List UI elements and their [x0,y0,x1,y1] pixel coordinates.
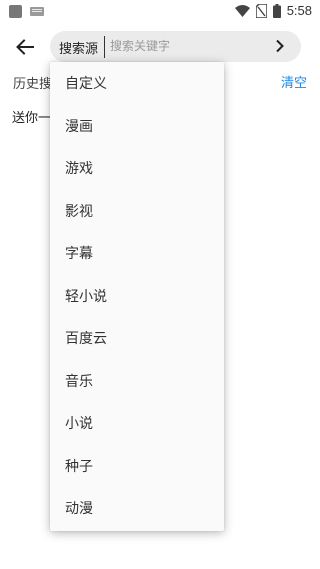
dropdown-item-light-novel[interactable]: 轻小说 [50,275,224,317]
arrow-left-icon [16,39,34,55]
battery-icon [272,3,281,18]
dropdown-item-subtitles[interactable]: 字幕 [50,232,224,274]
dropdown-item-custom[interactable]: 自定义 [50,62,224,104]
dropdown-item-anime[interactable]: 动漫 [50,487,224,529]
chevron-right-icon[interactable] [273,39,287,53]
clear-history-button[interactable]: 清空 [281,72,307,91]
dropdown-item-video[interactable]: 影视 [50,190,224,232]
app-square-icon [9,5,22,18]
search-source-selector[interactable]: 搜索源 [59,38,98,57]
dropdown-item-torrent[interactable]: 种子 [50,445,224,487]
dropdown-item-baidu-cloud[interactable]: 百度云 [50,317,224,359]
status-bar: 5:58 [0,0,320,24]
status-right-icons: 5:58 [234,3,312,18]
search-bar: 搜索源 [50,31,301,62]
keyboard-icon [30,7,44,16]
dropdown-item-games[interactable]: 游戏 [50,147,224,189]
search-divider [104,36,105,58]
status-time: 5:58 [286,3,312,18]
dropdown-item-comics[interactable]: 漫画 [50,105,224,147]
status-left-icons [9,5,44,18]
back-button[interactable] [12,35,38,59]
wifi-icon [234,4,250,17]
search-source-dropdown: 自定义 漫画 游戏 影视 字幕 轻小说 百度云 音乐 小说 种子 动漫 [50,62,224,531]
dropdown-item-novel[interactable]: 小说 [50,402,224,444]
no-sim-icon [255,3,267,18]
dropdown-item-music[interactable]: 音乐 [50,360,224,402]
search-input[interactable] [110,35,260,57]
